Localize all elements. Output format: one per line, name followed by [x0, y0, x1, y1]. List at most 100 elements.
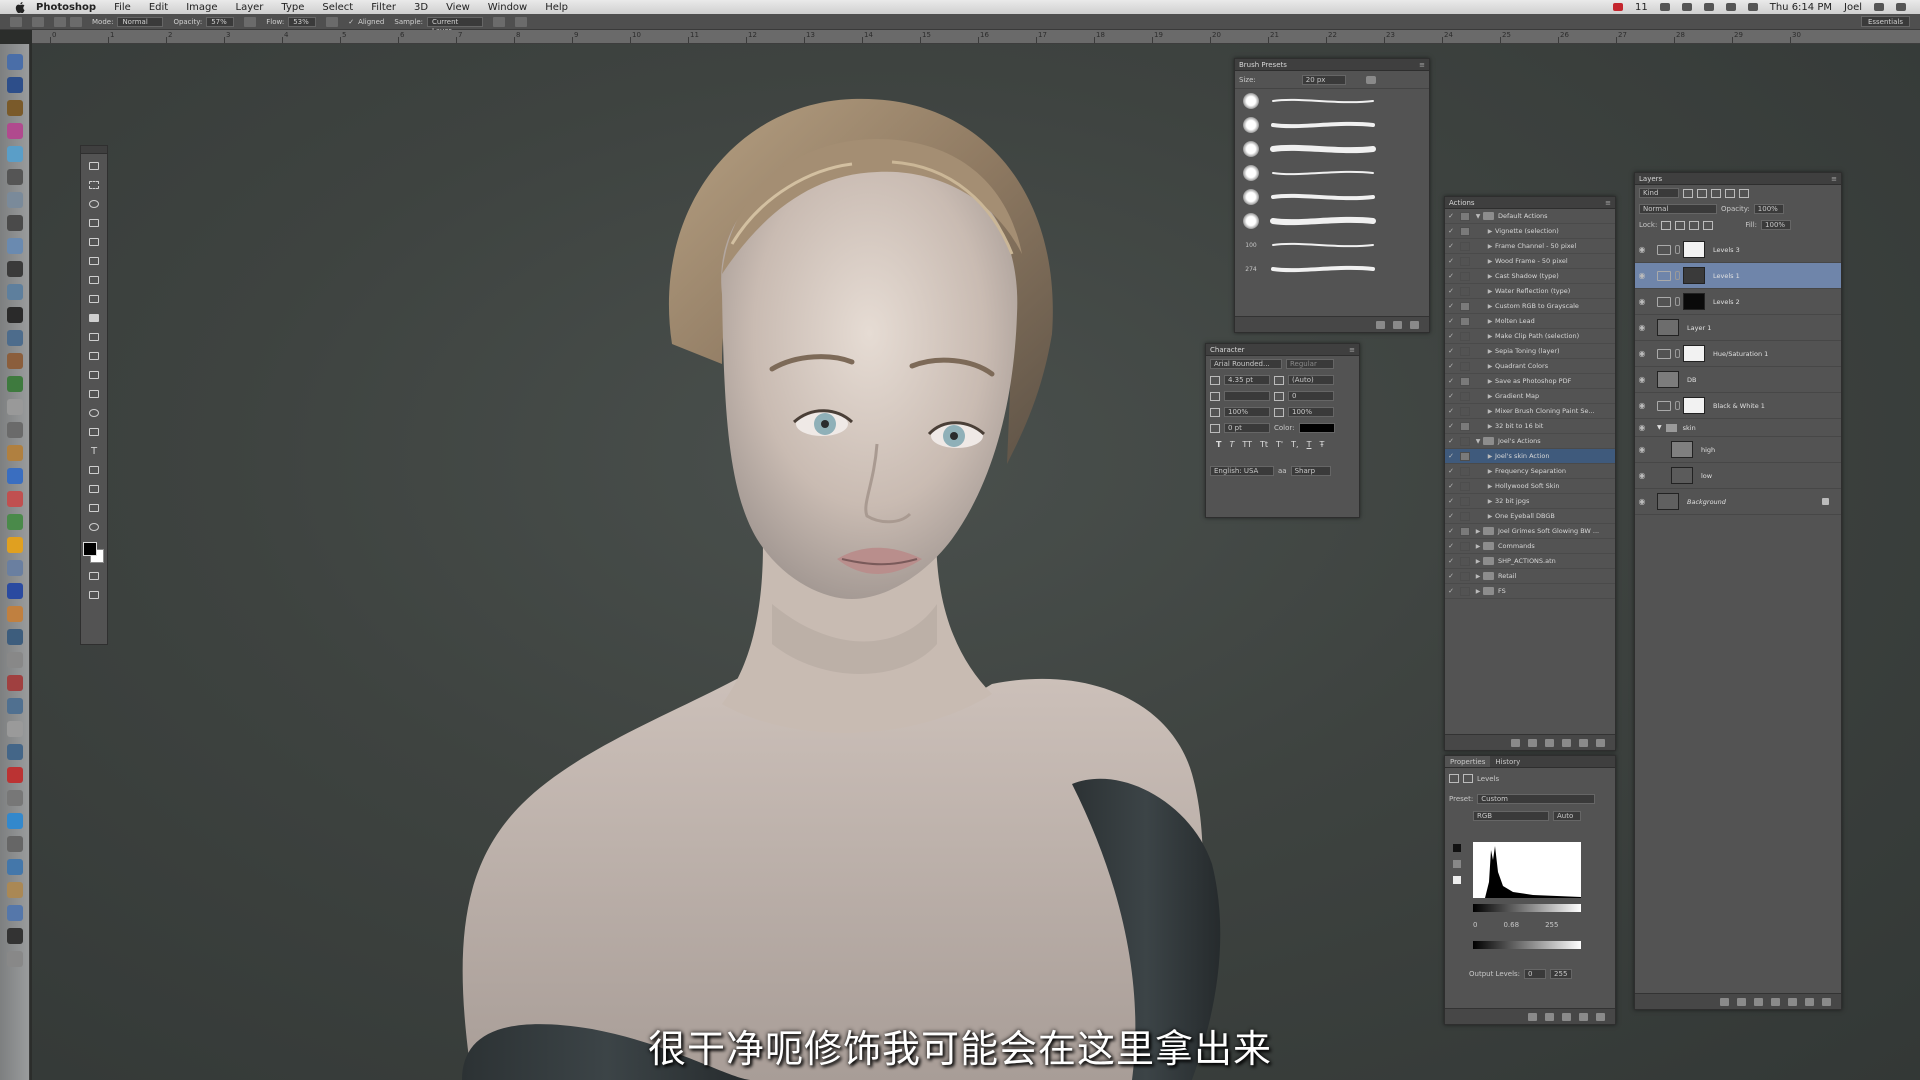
menu-select[interactable]: Select	[322, 2, 353, 13]
stop-icon[interactable]	[1511, 738, 1520, 747]
wifi-icon[interactable]	[1725, 3, 1736, 11]
toggle-clone-source-icon[interactable]	[70, 16, 82, 27]
history-brush-tool-icon[interactable]	[85, 330, 103, 344]
menu-file[interactable]: File	[114, 2, 131, 13]
dock-app-icon[interactable]	[7, 882, 23, 898]
new-brush-icon[interactable]	[1393, 320, 1402, 329]
new-layer-icon[interactable]	[1805, 997, 1814, 1006]
layer-mask-thumbnail[interactable]	[1683, 293, 1705, 310]
dock-app-icon[interactable]	[7, 307, 23, 323]
dock-app-icon[interactable]	[7, 698, 23, 714]
add-mask-icon[interactable]	[1754, 997, 1763, 1006]
delete-action-icon[interactable]	[1596, 738, 1605, 747]
visibility-eye-icon[interactable]: ◉	[1635, 471, 1649, 480]
zoom-tool-icon[interactable]	[85, 520, 103, 534]
expand-right-icon[interactable]: ▶	[1485, 318, 1495, 325]
sync-icon[interactable]	[1681, 3, 1692, 11]
menu-edit[interactable]: Edit	[149, 2, 168, 13]
layer-name[interactable]: Layer 1	[1687, 324, 1711, 332]
action-toggle-checkbox[interactable]: ✓	[1445, 557, 1457, 565]
action-toggle-checkbox[interactable]: ✓	[1445, 317, 1457, 325]
layer-thumbnail[interactable]	[1671, 441, 1693, 458]
horizontal-ruler[interactable]: 0 1 2 3 4 5 6 7 8 9 10 11 12 13 14 15 16 17 18 19 20 21 22 23 24…	[32, 30, 1920, 44]
visibility-eye-icon[interactable]: ◉	[1635, 245, 1649, 254]
menu-window[interactable]: Window	[488, 2, 527, 13]
dock-app-icon[interactable]	[7, 767, 23, 783]
dock-app-icon[interactable]	[7, 238, 23, 254]
superscript-button[interactable]: T'	[1276, 440, 1283, 449]
flow-input[interactable]: 53%	[288, 16, 317, 27]
action-row[interactable]: ✓ ▶ Hollywood Soft Skin	[1445, 479, 1615, 494]
mask-link-icon[interactable]	[1675, 271, 1680, 280]
new-adjustment-icon[interactable]	[1771, 997, 1780, 1006]
expand-right-icon[interactable]: ▶	[1485, 273, 1495, 280]
layer-row[interactable]: ◉ Levels 2	[1635, 289, 1841, 315]
brush-preset-row[interactable]	[1235, 89, 1429, 113]
new-set-icon[interactable]	[1562, 738, 1571, 747]
action-row[interactable]: ✓ ▶ 32 bit jpgs	[1445, 494, 1615, 509]
dialog-toggle-icon[interactable]	[1460, 256, 1470, 266]
action-toggle-checkbox[interactable]: ✓	[1445, 347, 1457, 355]
baseline-shift-input[interactable]: 0 pt	[1224, 423, 1270, 433]
layer-opacity-input[interactable]: 100%	[1753, 204, 1784, 214]
dialog-toggle-icon[interactable]	[1460, 271, 1470, 281]
menu-image[interactable]: Image	[186, 2, 217, 13]
action-toggle-checkbox[interactable]: ✓	[1445, 452, 1457, 460]
new-action-icon[interactable]	[1579, 738, 1588, 747]
dialog-toggle-icon[interactable]	[1460, 511, 1470, 521]
black-point-eyedropper-icon[interactable]	[1453, 844, 1461, 852]
action-row[interactable]: ✓ ▶ Gradient Map	[1445, 389, 1615, 404]
action-toggle-checkbox[interactable]: ✓	[1445, 212, 1457, 220]
expand-down-icon[interactable]: ▼	[1473, 438, 1483, 445]
dock-app-icon[interactable]	[7, 813, 23, 829]
layer-row[interactable]: ◉ Layer 1	[1635, 315, 1841, 341]
action-row[interactable]: ✓ ▶ Make Clip Path (selection)	[1445, 329, 1615, 344]
action-toggle-checkbox[interactable]: ✓	[1445, 362, 1457, 370]
action-toggle-checkbox[interactable]: ✓	[1445, 467, 1457, 475]
expand-right-icon[interactable]: ▶	[1473, 543, 1483, 550]
color-swatches[interactable]	[83, 542, 105, 564]
lasso-tool-icon[interactable]	[85, 197, 103, 211]
apple-icon[interactable]	[14, 1, 26, 13]
strikethrough-button[interactable]: Ŧ	[1319, 440, 1324, 449]
filter-shape-icon[interactable]	[1725, 188, 1735, 198]
layer-row[interactable]: ◉ Black & White 1	[1635, 393, 1841, 419]
expand-right-icon[interactable]: ▶	[1485, 423, 1495, 430]
dialog-toggle-icon[interactable]	[1460, 391, 1470, 401]
menu-clock[interactable]: Thu 6:14 PM	[1770, 2, 1832, 13]
filter-type-icon[interactable]	[1711, 188, 1721, 198]
dock-app-icon[interactable]	[7, 54, 23, 70]
dialog-toggle-icon[interactable]	[1460, 496, 1470, 506]
dialog-toggle-icon[interactable]	[1460, 571, 1470, 581]
brush-preset-row[interactable]	[1235, 161, 1429, 185]
dock-app-icon[interactable]	[7, 928, 23, 944]
action-row[interactable]: ✓ ▶ Joel's skin Action	[1445, 449, 1615, 464]
mask-link-icon[interactable]	[1675, 401, 1680, 410]
layer-row[interactable]: ◉ Background	[1635, 489, 1841, 515]
tab-properties[interactable]: Properties	[1445, 756, 1491, 767]
dialog-toggle-icon[interactable]	[1460, 481, 1470, 491]
layer-row[interactable]: ◉ high	[1635, 437, 1841, 463]
font-style-dropdown[interactable]: Regular	[1286, 359, 1334, 369]
expand-right-icon[interactable]: ▶	[1485, 408, 1495, 415]
screen-mode-icon[interactable]	[85, 588, 103, 602]
action-row[interactable]: ✓ ▶ Water Reflection (type)	[1445, 284, 1615, 299]
action-set-row[interactable]: ✓ ▼ Joel's Actions	[1445, 434, 1615, 449]
layer-name[interactable]: Black & White 1	[1713, 402, 1765, 410]
all-caps-button[interactable]: TT	[1242, 440, 1252, 449]
input-white-value[interactable]: 255	[1545, 921, 1558, 929]
action-row[interactable]: ✓ ▶ Quadrant Colors	[1445, 359, 1615, 374]
adjustment-layer-icon[interactable]	[1657, 400, 1671, 411]
dialog-toggle-icon[interactable]	[1460, 331, 1470, 341]
lock-transparency-icon[interactable]	[1661, 220, 1672, 230]
action-row[interactable]: ✓ ▶ Save as Photoshop PDF	[1445, 374, 1615, 389]
action-toggle-checkbox[interactable]: ✓	[1445, 332, 1457, 340]
layer-style-icon[interactable]	[1737, 997, 1746, 1006]
hand-tool-icon[interactable]	[85, 501, 103, 515]
output-white-input[interactable]: 255	[1550, 969, 1573, 979]
mask-link-icon[interactable]	[1675, 349, 1680, 358]
filter-adjustment-icon[interactable]	[1697, 188, 1707, 198]
action-toggle-checkbox[interactable]: ✓	[1445, 227, 1457, 235]
action-toggle-checkbox[interactable]: ✓	[1445, 497, 1457, 505]
mask-icon[interactable]	[1463, 774, 1473, 783]
